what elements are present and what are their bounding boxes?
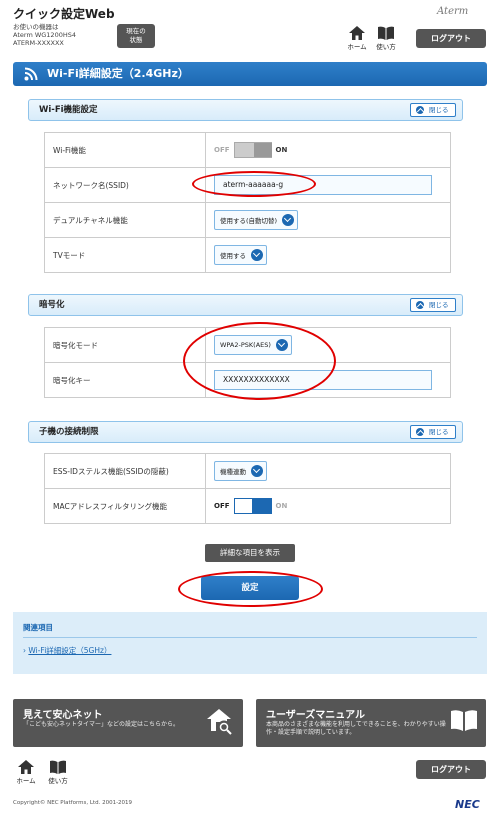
row-label: 暗号化キー — [44, 362, 206, 398]
device-info: お使いの機器は Aterm WG1200HS4 ATERM-XXXXXX — [13, 23, 76, 47]
wifi-settings-table: Wi-Fi機能 OFF ON ネットワーク名(SSID) aterm-aaaaa… — [44, 132, 451, 273]
section-title: Wi-Fi機能設定 — [39, 105, 98, 115]
row-label: ESS-IDステルス機能(SSIDの隠蔽) — [44, 453, 206, 489]
table-row: 暗号化キー XXXXXXXXXXXXX — [44, 362, 451, 398]
status-button[interactable]: 現在の 状態 — [117, 24, 155, 48]
wifi-icon — [24, 67, 38, 81]
chevron-down-icon — [251, 249, 263, 261]
wifi-function-toggle[interactable]: OFF ON — [214, 142, 287, 158]
device-name: ATERM-XXXXXX — [13, 39, 64, 47]
home-icon — [18, 760, 34, 774]
help-label: 使い方 — [376, 43, 396, 51]
tv-mode-select[interactable]: 使用する — [214, 245, 267, 265]
row-label: 暗号化モード — [44, 327, 206, 363]
help-button[interactable]: 使い方 — [373, 26, 399, 51]
chevron-down-icon — [275, 339, 288, 351]
client-settings-table: ESS-IDステルス機能(SSIDの隠蔽) 機種連動 MACアドレスフィルタリン… — [44, 453, 451, 524]
section-encryption-header: 暗号化 閉じる — [28, 294, 463, 316]
section-wifi-header: Wi-Fi機能設定 閉じる — [28, 99, 463, 121]
related-panel: 関連項目 › Wi-Fi詳細設定（5GHz） — [13, 612, 487, 674]
house-search-icon — [207, 709, 232, 735]
section-client-header: 子機の接続制限 閉じる — [28, 421, 463, 443]
dual-channel-select[interactable]: 使用する(自動切替) — [214, 210, 299, 230]
table-row: Wi-Fi機能 OFF ON — [44, 132, 451, 168]
chevron-down-icon — [282, 214, 295, 226]
book-icon — [378, 26, 394, 40]
app-title: クイック設定Web — [13, 7, 115, 21]
row-label: MACアドレスフィルタリング機能 — [44, 488, 206, 524]
chevron-down-icon — [251, 465, 263, 477]
nec-logo: NEC — [455, 798, 480, 811]
card-desc: 「こども安心ネットタイマー」などの設定はこちらから。 — [23, 721, 180, 728]
encryption-settings-table: 暗号化モード WPA2-PSK(AES) 暗号化キー XXXXXXXXXXXXX — [44, 327, 451, 398]
table-row: デュアルチャネル機能 使用する(自動切替) — [44, 202, 451, 238]
book-icon — [50, 760, 66, 774]
collapse-button[interactable]: 閉じる — [410, 425, 456, 439]
brand-logo: Aterm — [437, 6, 469, 17]
chevron-up-icon — [416, 106, 424, 114]
home-label: ホーム — [347, 43, 367, 51]
copyright: Copyright© NEC Platforms, Ltd. 2001-2019 — [13, 800, 133, 806]
page-title: Wi-Fi詳細設定（2.4GHz） — [47, 67, 189, 80]
card-desc: 本商品のさまざまな機能を利用してできることを、わかりやすい操作・設定手順で説明し… — [266, 721, 446, 736]
section-title: 子機の接続制限 — [39, 427, 99, 437]
divider — [23, 637, 477, 638]
home-button[interactable]: ホーム — [344, 26, 370, 51]
device-model: Aterm WG1200HS4 — [13, 31, 76, 39]
show-detail-button[interactable]: 詳細な項目を表示 — [205, 544, 295, 562]
encryption-mode-select[interactable]: WPA2-PSK(AES) — [214, 335, 292, 355]
header: クイック設定Web お使いの機器は Aterm WG1200HS4 ATERM-… — [0, 0, 500, 56]
table-row: ESS-IDステルス機能(SSIDの隠蔽) 機種連動 — [44, 453, 451, 489]
table-row: TVモード 使用する — [44, 237, 451, 273]
device-label: お使いの機器は — [13, 23, 59, 31]
footer-help-button[interactable]: 使い方 — [45, 760, 71, 785]
help-label: 使い方 — [48, 777, 68, 785]
encryption-key-input[interactable]: XXXXXXXXXXXXX — [214, 370, 432, 390]
anshin-net-card[interactable]: 見えて安心ネット 「こども安心ネットタイマー」などの設定はこちらから。 — [13, 699, 243, 747]
table-row: 暗号化モード WPA2-PSK(AES) — [44, 327, 451, 363]
user-manual-card[interactable]: ユーザーズマニュアル 本商品のさまざまな機能を利用してできることを、わかりやすい… — [256, 699, 486, 747]
card-title: ユーザーズマニュアル — [266, 710, 365, 721]
table-row: MACアドレスフィルタリング機能 OFF ON — [44, 488, 451, 524]
card-title: 見えて安心ネット — [23, 710, 103, 721]
row-label: Wi-Fi機能 — [44, 132, 206, 168]
home-icon — [349, 26, 365, 40]
section-title: 暗号化 — [39, 300, 65, 310]
table-row: ネットワーク名(SSID) aterm-aaaaaa-g — [44, 167, 451, 203]
logout-button[interactable]: ログアウト — [416, 29, 486, 48]
related-link-5ghz[interactable]: › Wi-Fi詳細設定（5GHz） — [23, 645, 111, 656]
collapse-button[interactable]: 閉じる — [410, 103, 456, 117]
book-icon — [451, 710, 477, 731]
footer-home-button[interactable]: ホーム — [13, 760, 39, 785]
row-label: ネットワーク名(SSID) — [44, 167, 206, 203]
page-title-bar: Wi-Fi詳細設定（2.4GHz） — [13, 62, 487, 86]
chevron-up-icon — [416, 301, 424, 309]
collapse-button[interactable]: 閉じる — [410, 298, 456, 312]
related-title: 関連項目 — [23, 623, 53, 632]
row-label: TVモード — [44, 237, 206, 273]
ssid-input[interactable]: aterm-aaaaaa-g — [214, 175, 432, 195]
essid-stealth-select[interactable]: 機種連動 — [214, 461, 267, 481]
home-label: ホーム — [16, 777, 36, 785]
mac-filter-toggle[interactable]: OFF ON — [214, 498, 287, 514]
footer-logout-button[interactable]: ログアウト — [416, 760, 486, 779]
submit-button[interactable]: 設定 — [201, 576, 299, 600]
chevron-up-icon — [416, 428, 424, 436]
row-label: デュアルチャネル機能 — [44, 202, 206, 238]
